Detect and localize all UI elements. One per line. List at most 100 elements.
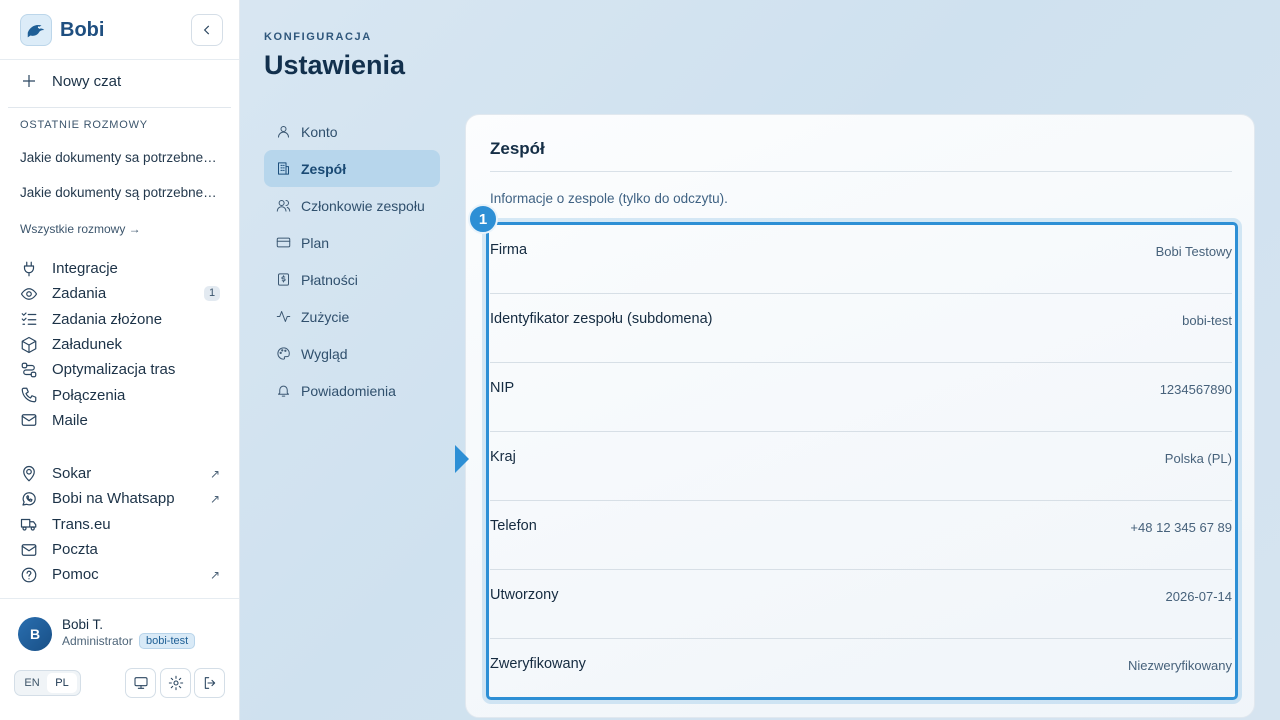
ext-link-label: Pomoc [52,566,99,584]
card-icon [276,235,291,250]
settings-button[interactable] [160,668,191,698]
info-label: Telefon [490,518,537,534]
nav-item-label: Zadania [52,285,107,303]
avatar[interactable]: B [18,617,52,651]
info-row-nip: NIP 1234567890 [490,363,1232,432]
info-row-kraj: Kraj Polska (PL) [490,432,1232,501]
external-arrow-icon: ↗ [209,568,220,583]
step-marker: 1 [468,204,498,234]
ext-link-pomoc[interactable]: Pomoc ↗ [20,562,220,587]
box-icon [20,336,38,354]
settings-tab-label: Zespół [301,160,347,177]
ext-link-whatsapp[interactable]: Bobi na Whatsapp ↗ [20,486,220,511]
nav-item-integracje[interactable]: Integracje [20,256,220,281]
settings-tab-czlonkowie[interactable]: Członkowie zespołu [264,187,440,224]
external-arrow-icon: ↗ [209,492,220,507]
ext-link-poczta[interactable]: Poczta [20,537,220,562]
ext-link-trans-eu[interactable]: Trans.eu [20,512,220,537]
logout-button[interactable] [194,668,225,698]
page-eyebrow: KONFIGURACJA [264,31,372,43]
nav-item-zadania[interactable]: Zadania 1 [20,281,220,306]
settings-tab-label: Członkowie zespołu [301,197,425,214]
display-button[interactable] [125,668,156,698]
settings-tab-konto[interactable]: Konto [264,113,440,150]
main-nav: Integracje Zadania 1 Zadania złożone Zał… [20,256,220,433]
nav-item-polaczenia[interactable]: Połączenia [20,382,220,407]
nav-item-optymalizacja-tras[interactable]: Optymalizacja tras [20,357,220,382]
chevron-left-icon [203,25,210,35]
lang-pl-button[interactable]: PL [47,673,77,693]
info-row-telefon: Telefon +48 12 345 67 89 [490,501,1232,570]
nav-item-zadania-zlozone[interactable]: Zadania złożone [20,307,220,332]
collapse-sidebar-button[interactable] [191,14,223,46]
palette-icon [276,346,291,361]
settings-tab-powiadomienia[interactable]: Powiadomienia [264,372,440,409]
sidebar: Bobi Nowy czat OSTATNIE ROZMOWY Jakie do… [0,0,240,720]
recent-chat-item[interactable]: Jakie dokumenty sa potrzebne do transpor… [20,150,220,165]
all-chats-link[interactable]: Wszystkie rozmowy → [20,222,141,236]
location-icon [20,465,38,483]
phone-icon [20,386,38,404]
user-icon [276,124,291,139]
settings-tab-platnosci[interactable]: Płatności [264,261,440,298]
team-info-list: Firma Bobi Testowy Identyfikator zespołu… [490,225,1232,708]
external-arrow-icon: ↗ [209,467,220,481]
nav-item-label: Optymalizacja tras [52,361,176,379]
info-label: Identyfikator zespołu (subdomena) [490,311,713,327]
building-icon [276,161,291,176]
info-label: NIP [490,380,515,396]
settings-tab-zuzycie[interactable]: Zużycie [264,298,440,335]
ext-link-label: Sokar [52,465,92,483]
plus-icon [23,75,35,87]
settings-tab-plan[interactable]: Plan [264,224,440,261]
help-icon [20,566,38,584]
count-badge: 1 [204,286,220,302]
users-icon [276,198,291,213]
nav-item-label: Załadunek [52,336,123,354]
panel-title: Zespół [490,139,545,158]
settings-tab-label: Wygląd [301,345,348,362]
pointer-arrow-icon [455,445,469,473]
info-row-utworzony: Utworzony 2026-07-14 [490,570,1232,639]
monitor-icon [133,677,148,689]
settings-nav: Konto Zespół Członkowie zespołu Plan Pła… [264,113,440,409]
language-toggle: EN PL [14,670,81,696]
divider [0,59,239,60]
settings-tab-label: Powiadomienia [301,382,396,399]
bell-icon [276,383,291,398]
info-label: Firma [490,242,528,258]
lang-en-button[interactable]: EN [17,673,47,693]
info-label: Zweryfikowany [490,656,586,672]
user-role: Administrator [62,634,133,648]
settings-tab-label: Zużycie [301,308,350,325]
team-badge: bobi-test [139,633,196,649]
brand-name: Bobi [60,18,105,41]
dolphin-logo-icon [20,14,52,46]
recent-chat-item[interactable]: Jakie dokumenty są potrzebne do transpor… [20,185,220,200]
user-name: Bobi T. [62,617,104,632]
nav-item-maile[interactable]: Maile [20,408,220,433]
ext-link-label: Poczta [52,541,98,559]
plug-icon [20,260,38,278]
ext-link-sokar[interactable]: Sokar ↗ [20,461,220,486]
new-chat-button[interactable]: Nowy czat [20,72,121,90]
route-icon [20,361,38,379]
mail-icon [20,411,38,429]
info-row-firma: Firma Bobi Testowy [490,225,1232,294]
info-row-identyfikator: Identyfikator zespołu (subdomena) bobi-t… [490,294,1232,363]
new-chat-label: Nowy czat [52,72,122,90]
info-value: 1234567890 [1159,382,1232,397]
divider [8,107,231,108]
brand[interactable]: Bobi [20,14,104,46]
nav-item-label: Połączenia [52,386,126,404]
settings-tab-label: Plan [301,234,330,251]
nav-item-zaladunek[interactable]: Załadunek [20,332,220,357]
truck-icon [20,515,38,533]
info-value: bobi-test [1182,313,1232,328]
settings-tab-wyglad[interactable]: Wygląd [264,335,440,372]
checklist-icon [20,310,38,328]
info-value: +48 12 345 67 89 [1130,520,1232,535]
nav-item-label: Zadania złożone [52,310,163,328]
settings-tab-zespol[interactable]: Zespół [264,150,440,187]
ext-link-label: Trans.eu [52,515,111,533]
